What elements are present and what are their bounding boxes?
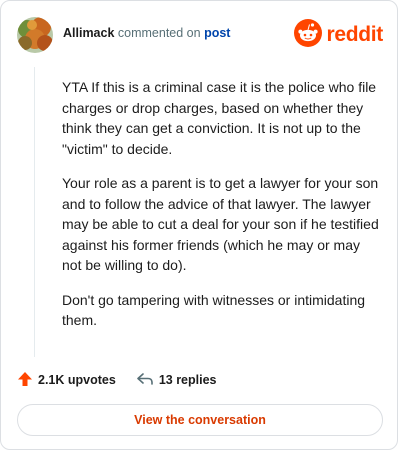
post-link[interactable]: post: [204, 26, 230, 40]
reddit-logo[interactable]: reddit: [294, 18, 383, 52]
comment-paragraph: YTA If this is a criminal case it is the…: [62, 79, 377, 157]
comment-byline: Allimack commented on post: [63, 26, 230, 40]
comment-header: Allimack commented on post reddit: [17, 17, 383, 53]
comment-footer: 2.1K upvotes 13 replies: [17, 369, 383, 391]
upvotes-stat[interactable]: 2.1K upvotes: [17, 371, 116, 390]
comment-body: YTA If this is a criminal case it is the…: [62, 77, 382, 345]
upvote-arrow-icon: [17, 371, 33, 390]
comment-paragraph: Your role as a parent is to get a lawyer…: [62, 175, 379, 273]
comment-paragraph: Don't go tampering with witnesses or int…: [62, 291, 366, 329]
username-link[interactable]: Allimack: [63, 26, 114, 40]
reddit-wordmark: reddit: [326, 23, 383, 46]
replies-count: 13 replies: [158, 373, 217, 387]
reddit-snoo-icon: [294, 18, 323, 52]
upvotes-count: 2.1K upvotes: [38, 373, 116, 387]
view-conversation-button[interactable]: View the conversation: [17, 404, 383, 436]
user-avatar[interactable]: [17, 17, 53, 53]
replies-stat[interactable]: 13 replies: [136, 371, 217, 390]
comment-embed-card: Allimack commented on post reddit YTA If…: [0, 0, 398, 450]
reply-arrow-icon: [136, 371, 154, 390]
thread-line: [34, 67, 35, 357]
byline-action-text: commented on: [117, 26, 201, 40]
